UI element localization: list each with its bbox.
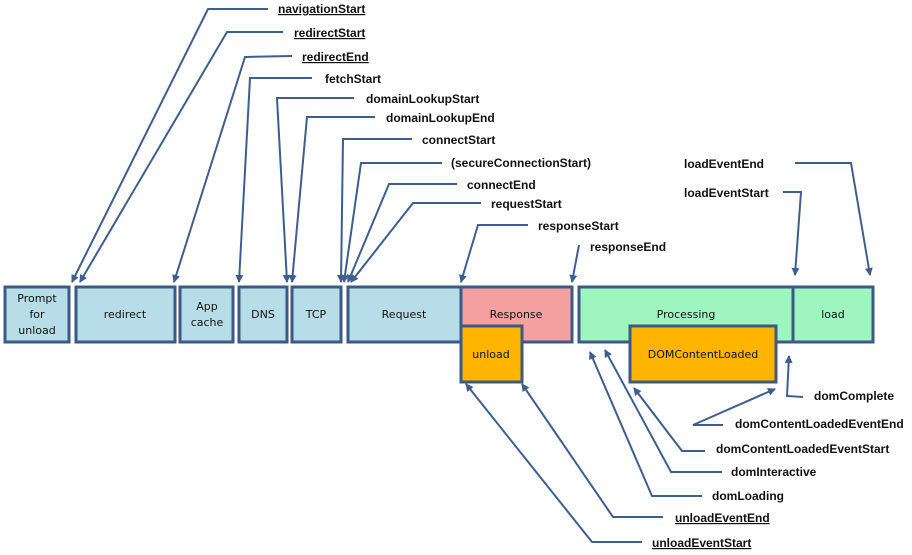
- tcp-label: TCP: [305, 308, 327, 321]
- connectors: [71, 8, 873, 543]
- appcache-label-1: App: [196, 300, 218, 313]
- arrow-responseStart: [459, 224, 528, 283]
- dns-label: DNS: [251, 308, 275, 321]
- arrow-responseEnd: [569, 244, 580, 283]
- response-label: Response: [490, 308, 543, 321]
- label-unloadEventEnd: unloadEventEnd: [675, 511, 770, 525]
- arrow-redirectStart: [79, 31, 283, 283]
- arrow-loadEventEnd: [795, 162, 873, 276]
- label-redirectEnd: redirectEnd: [302, 50, 369, 64]
- arrow-loadEventStart: [783, 191, 803, 276]
- domcontentloaded-label: DOMContentLoaded: [648, 348, 759, 361]
- arrow-connectStart: [337, 138, 412, 283]
- prompt-label-2: for: [29, 308, 45, 321]
- appcache-label-2: cache: [191, 316, 224, 329]
- label-redirectStart: redirectStart: [294, 26, 365, 40]
- request-label: Request: [382, 308, 427, 321]
- box-app-cache: [178, 285, 235, 344]
- label-domComplete: domComplete: [814, 389, 894, 403]
- prompt-label-3: unload: [18, 324, 55, 337]
- arrow-requestStart: [350, 202, 481, 283]
- label-requestStart: requestStart: [491, 197, 562, 211]
- label-loadEventEnd: loadEventEnd: [684, 157, 764, 171]
- label-loadEventStart: loadEventStart: [684, 186, 769, 200]
- label-domainLookupStart: domainLookupStart: [366, 92, 479, 106]
- label-fetchStart: fetchStart: [325, 72, 381, 86]
- label-responseStart: responseStart: [538, 219, 619, 233]
- arrow-secureConnectionStart: [341, 162, 442, 283]
- arrow-connectEnd: [347, 183, 457, 283]
- label-navigationStart: navigationStart: [278, 2, 365, 16]
- prompt-label-1: Prompt: [17, 292, 57, 305]
- label-responseEnd: responseEnd: [590, 240, 666, 254]
- arrow-unloadEventStart: [465, 383, 642, 543]
- label-domInteractive: domInteractive: [731, 465, 817, 479]
- label-secureConnectionStart: (secureConnectionStart): [451, 156, 591, 170]
- arrow-domainLookupEnd: [288, 116, 375, 283]
- arrow-domComplete: [784, 355, 804, 398]
- navigation-timing-diagram: Prompt for unload redirect App cache DNS…: [3, 2, 904, 550]
- redirect-label: redirect: [104, 308, 147, 321]
- label-domainLookupEnd: domainLookupEnd: [386, 111, 495, 125]
- label-domContentLoadedEventStart: domContentLoadedEventStart: [716, 442, 889, 456]
- label-connectStart: connectStart: [422, 133, 495, 147]
- label-domLoading: domLoading: [712, 489, 784, 503]
- label-unloadEventStart: unloadEventStart: [652, 536, 751, 550]
- arrow-domContentLoadedEventStart: [633, 387, 705, 452]
- arrow-navigationStart: [71, 8, 268, 283]
- label-domContentLoadedEventEnd: domContentLoadedEventEnd: [735, 417, 904, 431]
- unload-label: unload: [472, 348, 509, 361]
- arrow-redirectEnd: [172, 55, 293, 283]
- processing-label: Processing: [657, 308, 716, 321]
- label-connectEnd: connectEnd: [467, 178, 536, 192]
- load-label: load: [821, 308, 845, 321]
- arrow-unloadEventEnd: [521, 383, 663, 518]
